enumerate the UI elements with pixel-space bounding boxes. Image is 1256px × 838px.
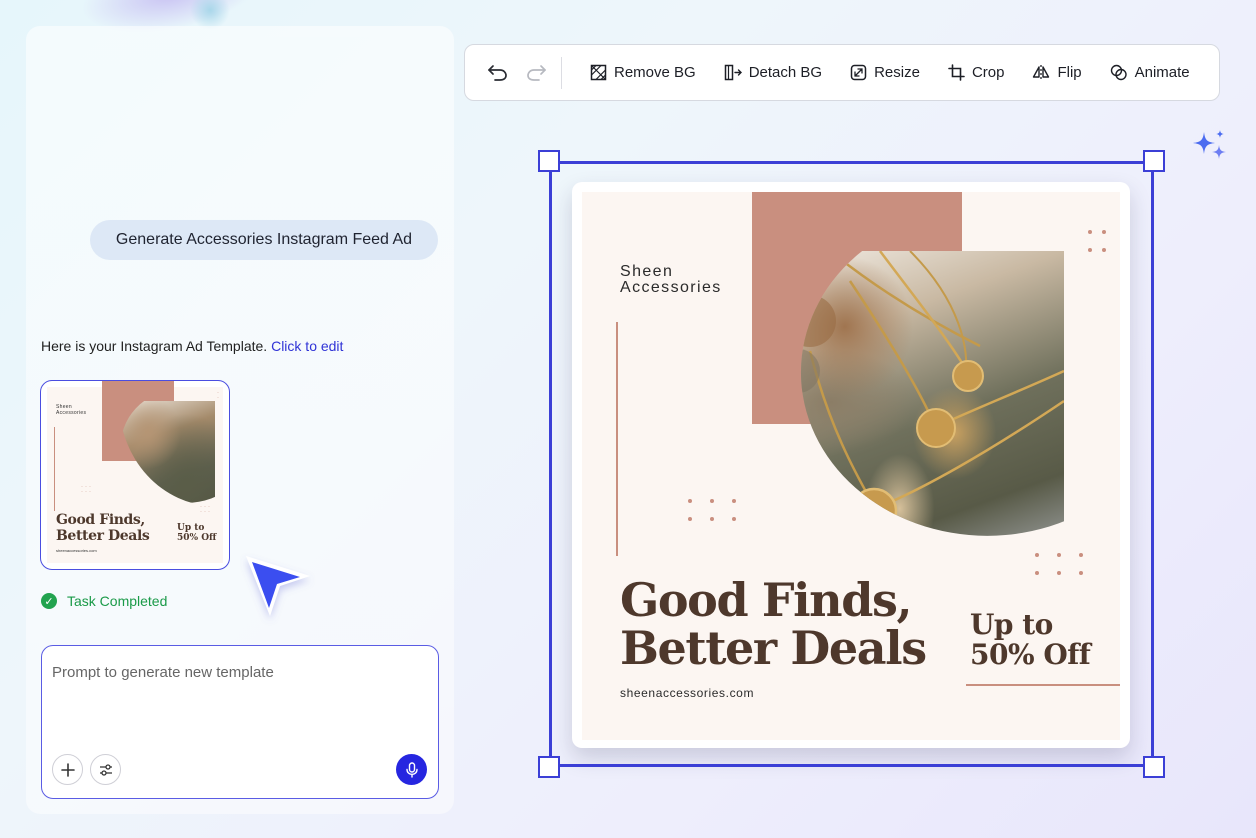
animate-button[interactable]: Animate — [1096, 64, 1204, 81]
flip-button[interactable]: Flip — [1018, 64, 1095, 81]
redo-icon — [527, 64, 546, 81]
remove-bg-label: Remove BG — [614, 64, 696, 81]
remove-bg-icon — [590, 64, 607, 81]
thumbnail-ad: Sheen Accessories ··· ··· ··· ··· · · Good … — [47, 381, 223, 563]
cursor-pointer-icon — [246, 556, 310, 616]
prompt-composer — [41, 645, 439, 799]
crop-label: Crop — [971, 64, 1005, 81]
crop-icon — [948, 64, 965, 81]
settings-sliders-button[interactable] — [90, 754, 121, 785]
resize-handle-bottom-left[interactable] — [538, 756, 560, 778]
user-message-bubble: Generate Accessories Instagram Feed Ad — [90, 220, 438, 260]
detach-bg-label: Detach BG — [748, 64, 823, 81]
selection-frame[interactable] — [549, 161, 1154, 767]
undo-icon — [488, 64, 507, 81]
prompt-input[interactable] — [52, 664, 422, 744]
thumb-dots-left: ··· ··· — [81, 484, 93, 495]
animate-icon — [1110, 64, 1127, 81]
crop-button[interactable]: Crop — [934, 64, 1019, 81]
check-circle-icon: ✓ — [41, 593, 57, 609]
toolbar-divider — [561, 56, 562, 89]
microphone-button[interactable] — [396, 754, 427, 785]
task-status-label: Task Completed — [67, 593, 168, 609]
thumb-dots-top: · · — [217, 390, 221, 401]
editor-toolbar: Remove BG Detach BG Resize Crop Flip Ani… — [464, 44, 1220, 101]
thumb-offer: Up to 50% Off — [177, 523, 216, 544]
ai-sparkle-icon — [1193, 130, 1226, 159]
thumb-necklace-photo — [120, 401, 215, 503]
resize-handle-top-right[interactable] — [1143, 150, 1165, 172]
sliders-icon — [99, 763, 112, 776]
detach-bg-icon — [724, 64, 742, 81]
thumb-brand-name: Sheen Accessories — [56, 404, 87, 416]
thumb-url: sheenaccessories.com — [56, 548, 97, 553]
resize-icon — [850, 64, 867, 81]
thumb-dots-right: ··· ··· — [200, 504, 212, 515]
resize-handle-top-left[interactable] — [538, 150, 560, 172]
resize-handle-bottom-right[interactable] — [1143, 756, 1165, 778]
thumb-vertical-line — [54, 427, 55, 511]
undo-button[interactable] — [479, 54, 517, 92]
plus-icon — [60, 762, 75, 777]
resize-label: Resize — [874, 64, 920, 81]
microphone-icon — [405, 761, 418, 778]
thumb-headline-line2: Better Deals — [56, 527, 150, 544]
flip-label: Flip — [1057, 64, 1082, 81]
add-button[interactable] — [52, 754, 83, 785]
resize-button[interactable]: Resize — [836, 64, 934, 81]
flip-icon — [1033, 65, 1050, 80]
animate-label: Animate — [1134, 64, 1190, 81]
thumb-headline: Good Finds, Better Deals — [56, 512, 150, 544]
reply-text: Here is your Instagram Ad Template. — [41, 338, 268, 354]
thumb-offer-line1: Up to — [177, 523, 205, 533]
detach-bg-button[interactable]: Detach BG — [710, 64, 836, 81]
task-status: ✓ Task Completed — [41, 593, 167, 609]
remove-bg-button[interactable]: Remove BG — [576, 64, 710, 81]
thumb-headline-line1: Good Finds, — [56, 512, 145, 528]
redo-button[interactable] — [517, 54, 555, 92]
template-thumbnail[interactable]: Sheen Accessories ··· ··· ··· ··· · · Good … — [40, 380, 230, 570]
assistant-reply: Here is your Instagram Ad Template. Clic… — [41, 338, 343, 354]
thumb-brand-line2: Accessories — [56, 409, 87, 416]
click-to-edit-link[interactable]: Click to edit — [271, 338, 343, 354]
thumb-offer-line2: 50% Off — [177, 533, 217, 544]
